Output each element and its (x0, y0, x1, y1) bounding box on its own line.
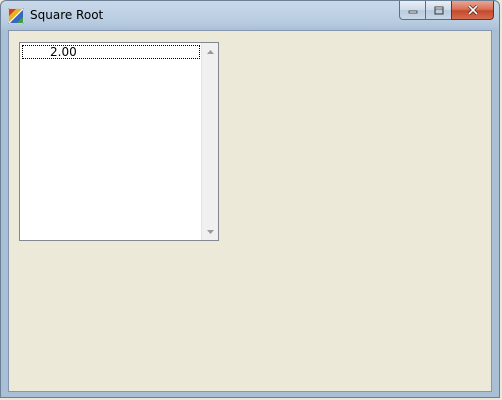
minimize-button[interactable] (399, 1, 425, 20)
app-window: Square Root 2.00 (0, 0, 500, 398)
close-icon (467, 5, 478, 15)
results-listbox[interactable]: 2.00 (19, 42, 219, 241)
close-button[interactable] (451, 1, 494, 20)
maximize-button[interactable] (425, 1, 451, 20)
title-bar[interactable]: Square Root (1, 1, 499, 31)
window-title: Square Root (30, 8, 104, 22)
client-area: 2.00 (8, 30, 492, 392)
list-item[interactable]: 2.00 (22, 45, 200, 59)
maximize-icon (434, 6, 443, 14)
app-icon (8, 8, 24, 24)
scroll-down-button[interactable] (202, 223, 218, 240)
caption-buttons (399, 1, 494, 21)
scroll-down-icon (206, 229, 214, 234)
scroll-up-button[interactable] (202, 43, 218, 60)
vertical-scrollbar[interactable] (201, 43, 218, 240)
scroll-up-icon (206, 49, 214, 54)
minimize-icon (408, 10, 417, 14)
